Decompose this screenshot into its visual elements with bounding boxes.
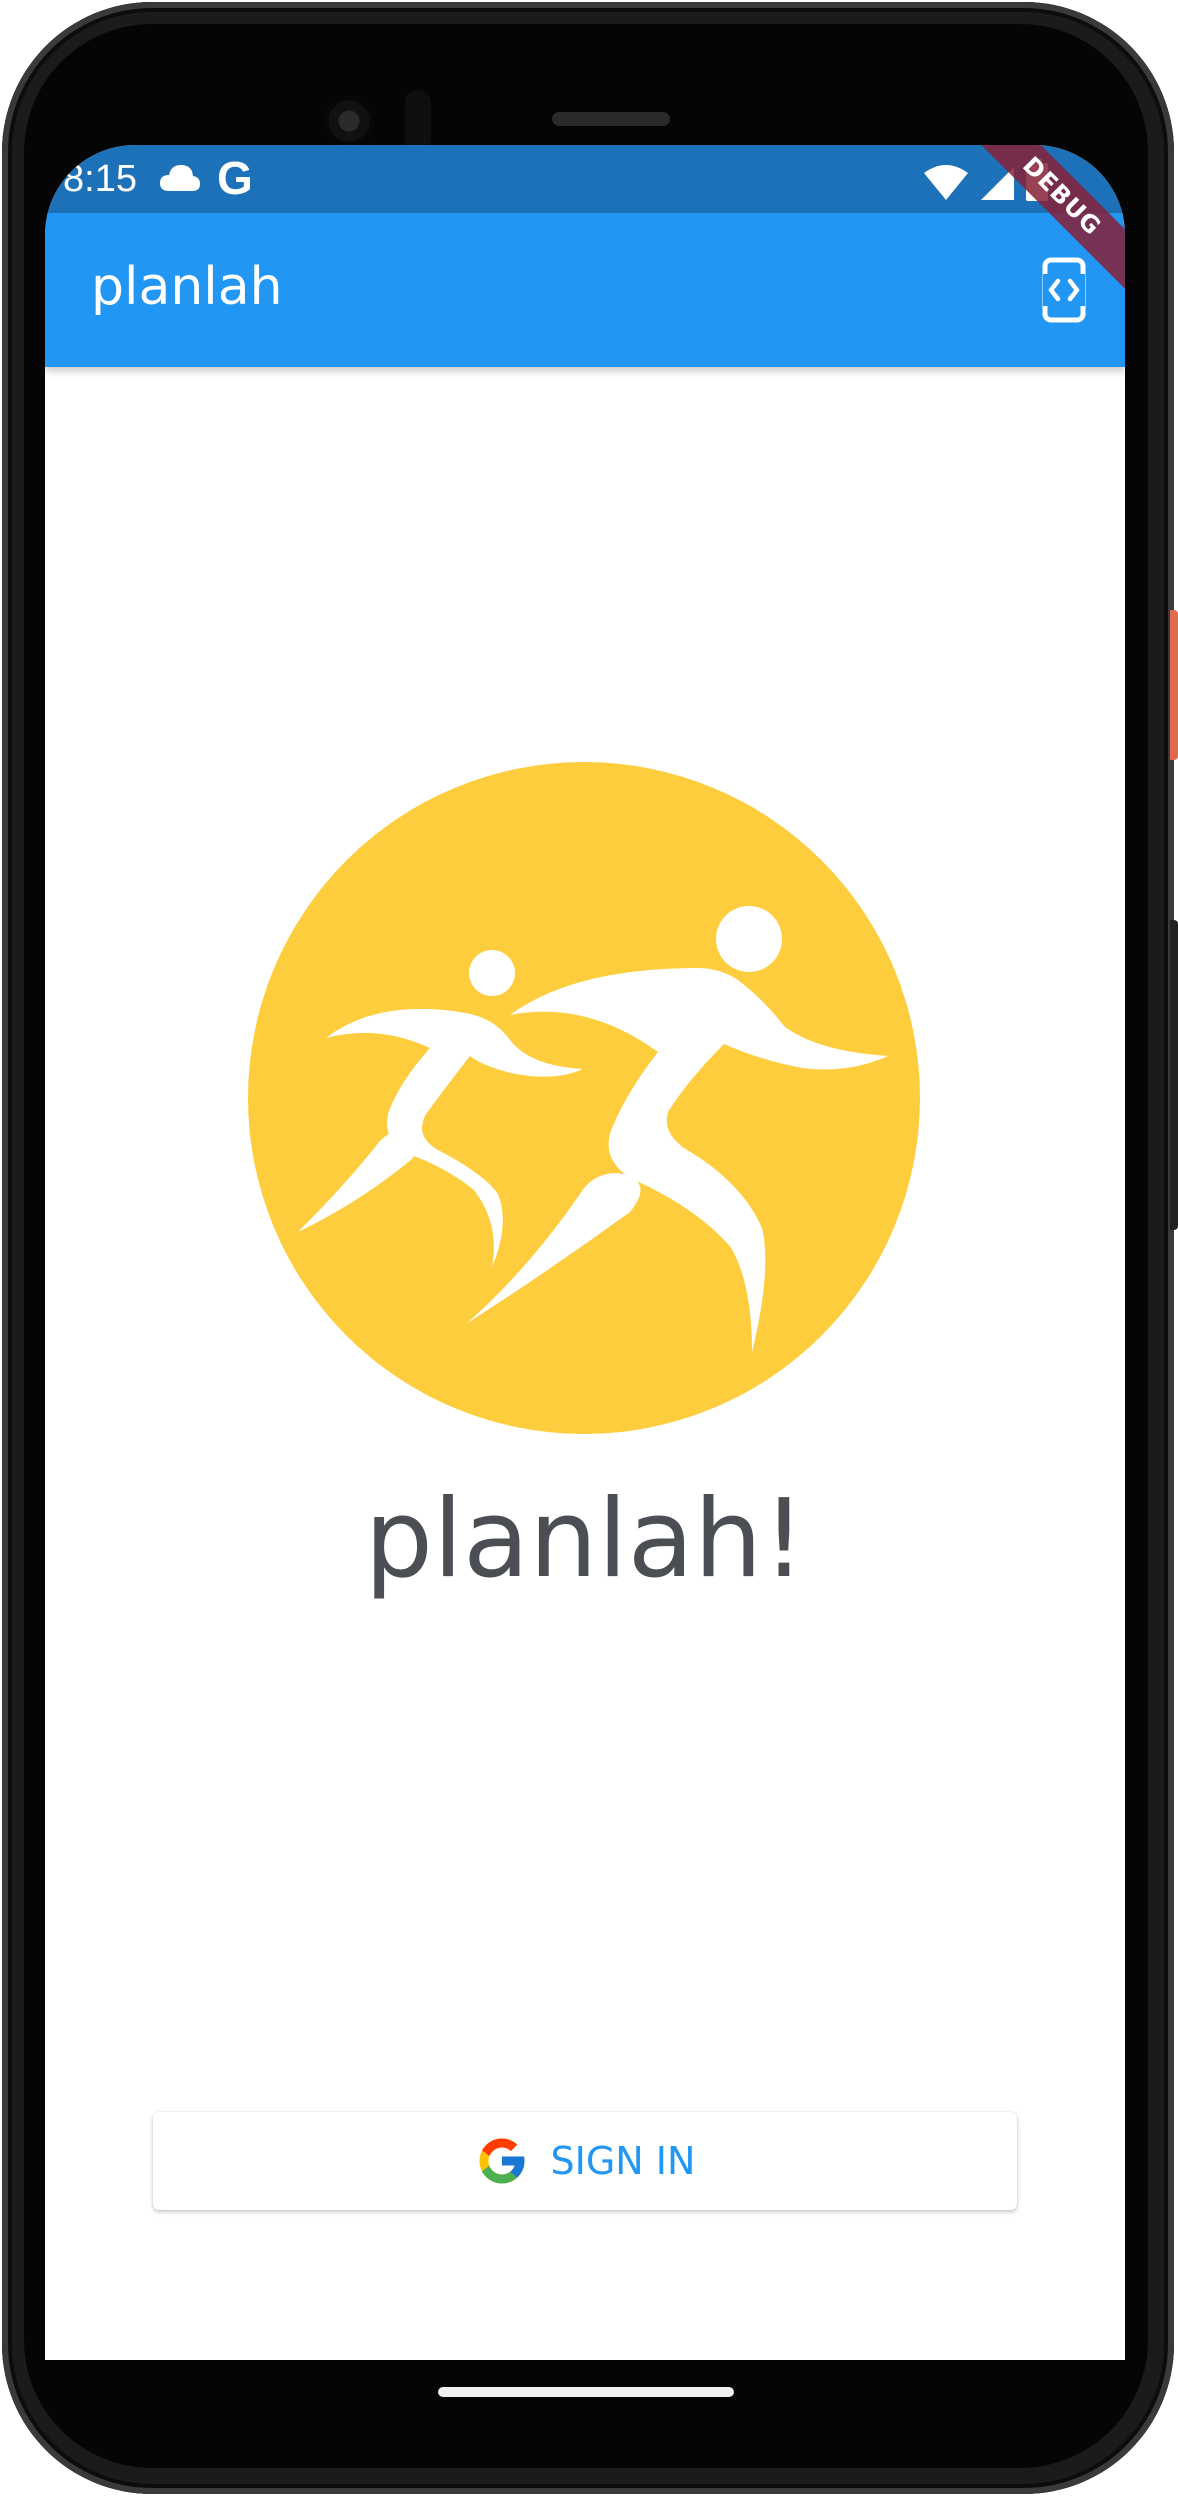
status-bar: 8:15 G [45,145,1125,213]
proximity-sensor [405,90,431,152]
app-logo [248,762,920,1434]
phone-code-icon[interactable] [1041,257,1087,323]
runners-logo-icon [248,762,920,1434]
google-sign-in-button[interactable]: SIGN IN [153,2112,1017,2210]
home-indicator[interactable] [438,2387,734,2397]
device-screenshot: 8:15 G planlah DEBUG planlah! SIGN IN [0,0,1178,2498]
wifi-icon [924,165,968,200]
google-icon: G [217,152,253,204]
status-time: 8:15 [63,158,137,200]
front-camera [324,96,374,146]
app-bar: planlah [45,213,1125,367]
app-title: planlah [91,257,283,317]
app-screen: 8:15 G planlah DEBUG planlah! SIGN IN [45,145,1125,2360]
brand-name: planlah! [364,1477,806,1602]
sign-in-label: SIGN IN [550,2139,696,2183]
earpiece-speaker [552,112,670,126]
cloud-icon [160,165,200,191]
volume-button [1170,920,1178,1230]
power-button [1170,610,1178,760]
google-g-icon [479,2138,525,2184]
